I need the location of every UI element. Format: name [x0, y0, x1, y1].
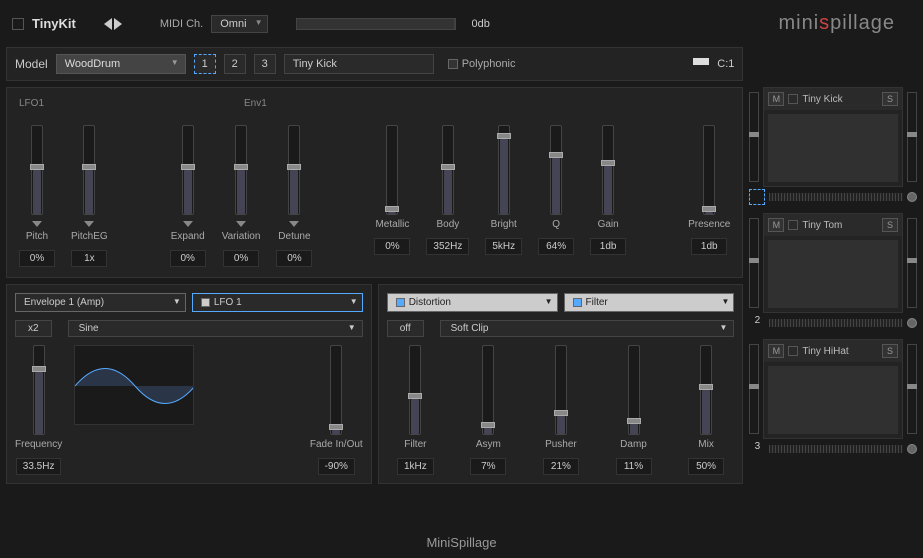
lfo-fade-label: Fade In/Out — [310, 439, 363, 450]
pad-level-slider-2[interactable] — [749, 218, 759, 308]
pad-vol-slider-3[interactable] — [907, 344, 917, 434]
lfo-panel: Envelope 1 (Amp) LFO 1 x2 Sine Frequency… — [6, 284, 372, 484]
pad-active-icon — [749, 189, 765, 205]
preset-name: TinyKit — [32, 16, 76, 31]
preset-next-button[interactable] — [114, 18, 122, 30]
pad-panel-3: M Tiny HiHat S — [763, 339, 903, 439]
pad-waveform-2[interactable] — [768, 240, 898, 308]
midi-channel-label: MIDI Ch. — [160, 18, 203, 30]
pad-level-slider-3[interactable] — [749, 344, 759, 434]
pad-level-slider-1[interactable] — [749, 92, 759, 182]
pad-mute-3[interactable]: M — [768, 344, 784, 358]
pad-vol-slider-1[interactable] — [907, 92, 917, 182]
pad-pan-2[interactable] — [907, 318, 917, 328]
lfo-waveform-display — [74, 345, 194, 425]
pad-vol-slider-2[interactable] — [907, 218, 917, 308]
pad-select-2[interactable]: 2 — [224, 54, 246, 74]
fx-panel: Distortion Filter off Soft Clip Filter1k… — [378, 284, 744, 484]
pad-meter-1 — [769, 193, 903, 201]
pad-mute-2[interactable]: M — [768, 218, 784, 232]
distortion-tab[interactable]: Distortion — [387, 293, 558, 312]
filter-tab[interactable]: Filter — [564, 293, 735, 312]
fx-slider-asym[interactable] — [482, 345, 494, 435]
slider-pitcheg[interactable] — [83, 125, 95, 215]
lfo-rate-button[interactable]: x2 — [15, 320, 52, 337]
env-section-label: Env1 — [244, 98, 267, 109]
footer-title: MiniSpillage — [0, 527, 923, 558]
lfo-fade-value: -90% — [318, 458, 355, 475]
fx-off-button[interactable]: off — [387, 320, 424, 337]
model-select[interactable]: WoodDrum — [56, 54, 186, 74]
preset-prev-button[interactable] — [104, 18, 112, 30]
fx-type-select[interactable]: Soft Clip — [440, 320, 735, 337]
lfo-frequency-slider[interactable] — [33, 345, 45, 435]
main-sliders-panel: LFO1 Env1 Pitch0%PitchEG1xExpand0%Variat… — [6, 87, 743, 278]
fx-slider-pusher[interactable] — [555, 345, 567, 435]
pad-waveform-1[interactable] — [768, 114, 898, 182]
lfo-shape-select[interactable]: Sine — [68, 320, 363, 337]
slider-q[interactable] — [550, 125, 562, 215]
logo: minispillage — [763, 6, 912, 41]
fx-slider-mix[interactable] — [700, 345, 712, 435]
slider-gain[interactable] — [602, 125, 614, 215]
lfo-fade-slider[interactable] — [330, 345, 342, 435]
slider-bright[interactable] — [498, 125, 510, 215]
model-label: Model — [15, 57, 48, 71]
slider-variation[interactable] — [235, 125, 247, 215]
pad-pan-1[interactable] — [907, 192, 917, 202]
pad-mute-1[interactable]: M — [768, 92, 784, 106]
lfo-select[interactable]: LFO 1 — [192, 293, 363, 312]
slider-metallic[interactable] — [386, 125, 398, 215]
fx-slider-damp[interactable] — [628, 345, 640, 435]
preset-box-icon — [12, 18, 24, 30]
pad-select-3[interactable]: 3 — [254, 54, 276, 74]
pad-name-input[interactable]: Tiny Kick — [284, 54, 434, 74]
output-meter — [296, 18, 456, 30]
slider-expand[interactable] — [182, 125, 194, 215]
slider-pitch[interactable] — [31, 125, 43, 215]
pad-solo-2[interactable]: S — [882, 218, 898, 232]
lfo-frequency-value: 33.5Hz — [16, 458, 62, 475]
keyboard-icon[interactable] — [693, 58, 709, 70]
slider-detune[interactable] — [288, 125, 300, 215]
model-bar: Model WoodDrum 1 2 3 Tiny Kick Polyphoni… — [6, 47, 743, 81]
root-note[interactable]: C:1 — [717, 58, 734, 70]
pad-solo-3[interactable]: S — [882, 344, 898, 358]
pad-waveform-3[interactable] — [768, 366, 898, 434]
midi-channel-select[interactable]: Omni — [211, 15, 267, 33]
output-db: 0db — [472, 18, 490, 30]
pad-panel-1: M Tiny Kick S — [763, 87, 903, 187]
pad-meter-2 — [769, 319, 903, 327]
envelope-select[interactable]: Envelope 1 (Amp) — [15, 293, 186, 312]
pad-panel-2: M Tiny Tom S — [763, 213, 903, 313]
pad-solo-1[interactable]: S — [882, 92, 898, 106]
lfo-section-label: LFO1 — [19, 98, 44, 109]
slider-body[interactable] — [442, 125, 454, 215]
fx-slider-filter[interactable] — [409, 345, 421, 435]
lfo-frequency-label: Frequency — [15, 439, 62, 450]
pad-meter-3 — [769, 445, 903, 453]
polyphonic-toggle[interactable]: Polyphonic — [448, 58, 516, 70]
pad-pan-3[interactable] — [907, 444, 917, 454]
slider-presence[interactable] — [703, 125, 715, 215]
pad-select-1[interactable]: 1 — [194, 54, 216, 74]
